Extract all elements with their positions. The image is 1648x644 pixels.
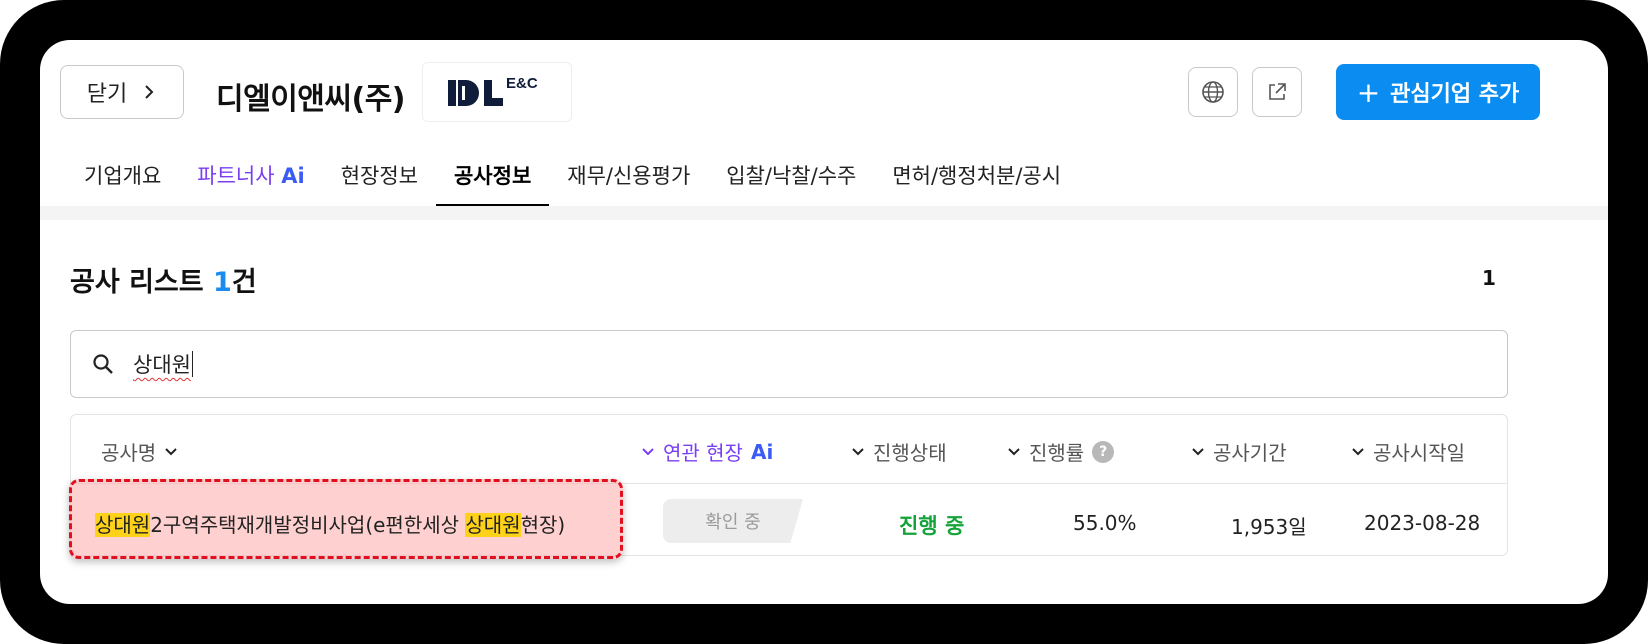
tab-bidding[interactable]: 입찰/낙찰/수주 bbox=[708, 158, 874, 206]
close-button[interactable]: 닫기 bbox=[60, 65, 184, 119]
dl-logo-icon: E&C bbox=[448, 75, 538, 106]
language-button[interactable] bbox=[1188, 67, 1238, 117]
column-header-status[interactable]: 진행상태 bbox=[851, 437, 947, 466]
search-field[interactable]: 상대원 bbox=[70, 330, 1508, 398]
section-divider bbox=[40, 206, 1608, 220]
company-logo: E&C bbox=[422, 62, 572, 122]
column-header-name[interactable]: 공사명 bbox=[101, 437, 178, 466]
text-caret bbox=[191, 351, 193, 377]
close-label: 닫기 bbox=[86, 82, 128, 107]
progress-status: 진행 중 bbox=[899, 514, 965, 538]
page-number: 1 bbox=[1482, 266, 1496, 290]
search-input[interactable]: 상대원 bbox=[133, 349, 191, 379]
external-link-icon bbox=[1269, 83, 1286, 100]
chevron-down-icon bbox=[165, 447, 177, 455]
ai-badge: Ai bbox=[750, 439, 774, 464]
tab-bar: 기업개요 파트너사 Ai 현장정보 공사정보 재무/신용평가 입찰/낙찰/수주 … bbox=[66, 158, 1079, 208]
help-icon[interactable]: ? bbox=[1092, 440, 1115, 463]
column-header-related-site[interactable]: 연관 현장 Ai bbox=[641, 437, 773, 466]
project-name-link[interactable]: 상대원2구역주택재개발정비사업(e편한세상 상대원현장) bbox=[95, 509, 565, 538]
construction-period: 1,953일 bbox=[1231, 515, 1307, 539]
table-header: 공사명 연관 현장 Ai 진행상태 진행률 ? 공사기간 공사시작일 bbox=[71, 415, 1507, 484]
list-count: 1 bbox=[213, 267, 232, 298]
chevron-down-icon bbox=[1352, 447, 1364, 455]
chevron-down-icon bbox=[1008, 447, 1020, 455]
globe-icon bbox=[1202, 81, 1224, 103]
search-match-highlight: 상대원 bbox=[95, 513, 151, 537]
add-favorite-company-button[interactable]: + 관심기업 추가 bbox=[1336, 64, 1540, 120]
construction-start-date: 2023-08-28 bbox=[1364, 511, 1481, 535]
tab-license-disclosure[interactable]: 면허/행정처분/공시 bbox=[874, 158, 1079, 206]
tab-site-info[interactable]: 현장정보 bbox=[323, 158, 436, 206]
device-frame: 닫기 디엘이앤씨(주) E&C + 관심기업 추가 기업개요 파트너사 Ai 현… bbox=[0, 0, 1648, 644]
related-site-status-chip: 확인 중 bbox=[663, 499, 803, 543]
chevron-down-icon bbox=[1192, 447, 1204, 455]
construction-table: 공사명 연관 현장 Ai 진행상태 진행률 ? 공사기간 공사시작일 상대원2구… bbox=[69, 414, 1508, 559]
plus-icon: + bbox=[1356, 75, 1381, 109]
tab-company-overview[interactable]: 기업개요 bbox=[66, 158, 179, 206]
chevron-down-icon bbox=[642, 447, 654, 455]
company-detail-panel: 닫기 디엘이앤씨(주) E&C + 관심기업 추가 기업개요 파트너사 Ai 현… bbox=[40, 40, 1608, 604]
tab-construction-info[interactable]: 공사정보 bbox=[435, 158, 550, 208]
chevron-right-icon bbox=[145, 85, 154, 99]
search-match-highlight: 상대원 bbox=[465, 513, 521, 537]
chevron-down-icon bbox=[852, 447, 864, 455]
open-external-button[interactable] bbox=[1252, 67, 1302, 117]
company-name: 디엘이앤씨(주) bbox=[216, 82, 406, 117]
progress-rate: 55.0% bbox=[1073, 511, 1137, 535]
add-favorite-label: 관심기업 추가 bbox=[1390, 82, 1520, 107]
column-header-period[interactable]: 공사기간 bbox=[1191, 437, 1287, 466]
ai-badge: Ai bbox=[281, 164, 305, 188]
column-header-start-date[interactable]: 공사시작일 bbox=[1351, 437, 1465, 466]
column-header-rate[interactable]: 진행률 ? bbox=[1007, 437, 1115, 466]
construction-list-title: 공사 리스트 1건 bbox=[70, 267, 257, 298]
tab-partners-ai[interactable]: 파트너사 Ai bbox=[179, 158, 322, 206]
search-icon bbox=[93, 354, 113, 374]
tab-finance-credit[interactable]: 재무/신용평가 bbox=[549, 158, 708, 206]
logo-sup-text: E&C bbox=[506, 75, 538, 92]
